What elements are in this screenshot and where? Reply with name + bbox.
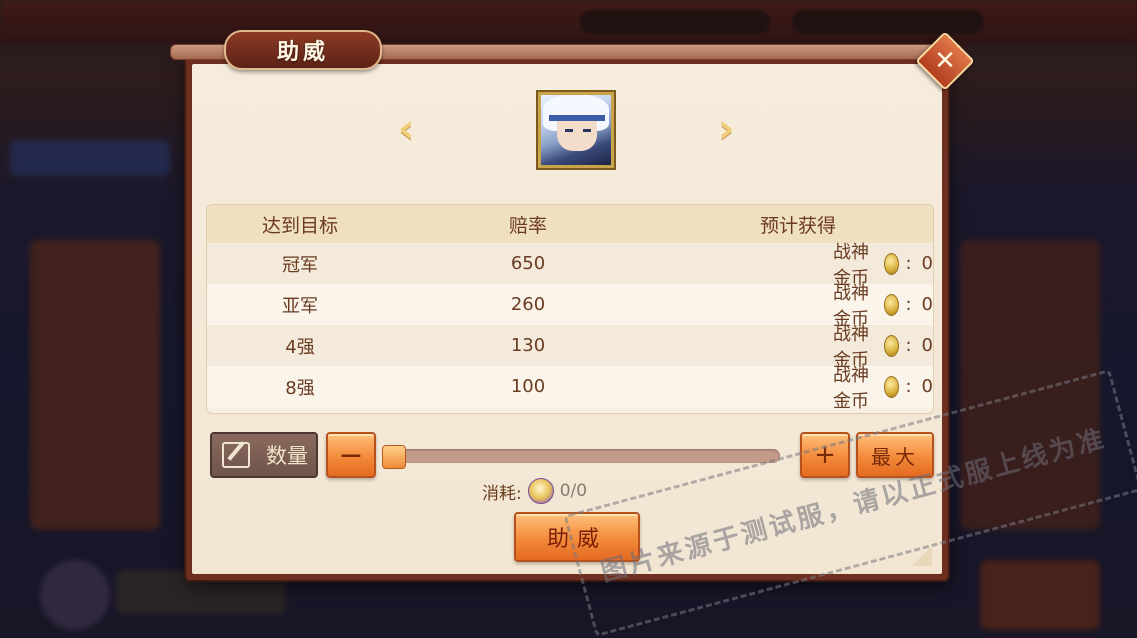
dialog-body: ‹ › 达到目标 赔率 预计获得 冠军 650 战神金币: 0 亚军 260 … (192, 64, 942, 574)
cost-row: 消耗: 0/0 (482, 478, 587, 504)
table-rows: 冠军 650 战神金币 : 0 亚军 260 战神金币 : 0 4强 130 战… (207, 242, 933, 412)
row-odds: 650 (510, 253, 546, 274)
reward-value: 0 (921, 294, 933, 315)
row-odds: 130 (510, 335, 546, 356)
gold-coin-icon (884, 375, 900, 398)
header-target: 达到目标 (261, 214, 338, 237)
quantity-slider[interactable] (382, 445, 780, 469)
row-target: 8强 (285, 377, 315, 399)
dialog-title: 助威 (276, 39, 329, 65)
row-reward: 战神金币 : 0 (663, 242, 933, 289)
hero-portrait-image (541, 95, 611, 165)
row-target: 亚军 (282, 295, 318, 317)
row-reward: 战神金币 : 0 (663, 324, 933, 371)
reward-separator: : (905, 294, 912, 315)
dialog-title-plate: 助威 (224, 30, 382, 70)
edit-icon (222, 442, 250, 468)
row-reward: 战神金币 : 0 (663, 283, 933, 330)
decrease-button[interactable]: − (326, 432, 376, 478)
gold-coin-icon (884, 252, 900, 275)
dialog-corner-decoration (910, 548, 932, 566)
quantity-label: 数量 (210, 432, 318, 478)
max-button[interactable]: 最大 (856, 432, 934, 478)
reward-separator: : (905, 335, 912, 356)
chevron-left-icon: ‹ (398, 106, 415, 152)
reward-table: 达到目标 赔率 预计获得 冠军 650 战神金币 : 0 亚军 260 战神金币… (206, 204, 934, 414)
reward-value: 0 (921, 335, 933, 356)
reward-separator: : (905, 376, 912, 397)
header-expected-reward: 预计获得 (759, 214, 836, 237)
chevron-right-icon: › (718, 106, 735, 152)
row-target: 4强 (285, 336, 315, 358)
increase-button[interactable]: + (800, 432, 850, 478)
row-odds: 260 (510, 294, 546, 315)
slider-handle[interactable] (382, 445, 406, 469)
support-dialog: ‹ › 达到目标 赔率 预计获得 冠军 650 战神金币: 0 亚军 260 … (170, 30, 975, 580)
quantity-label-text: 数量 (266, 444, 308, 468)
next-hero-button[interactable]: › (718, 109, 748, 149)
table-row: 8强 100 战神金币 : 0 (207, 365, 933, 412)
reward-separator: : (905, 253, 912, 274)
table-row: 冠军 650 战神金币 : 0 (207, 242, 933, 289)
row-odds: 100 (510, 376, 546, 397)
gold-coin-icon (884, 334, 900, 357)
cost-value: 0/0 (559, 481, 588, 501)
close-icon: ✕ (934, 46, 956, 76)
header-odds: 赔率 (508, 214, 547, 237)
row-target: 冠军 (282, 254, 318, 276)
table-row: 亚军 260 战神金币 : 0 (207, 283, 933, 330)
gold-coin-icon (884, 293, 900, 316)
prev-hero-button[interactable]: ‹ (398, 109, 428, 149)
reward-value: 0 (921, 376, 933, 397)
support-button[interactable]: 助威 (514, 512, 640, 562)
cost-label: 消耗: (482, 483, 522, 504)
row-reward: 战神金币 : 0 (663, 365, 933, 412)
reward-value: 0 (921, 253, 933, 274)
support-token-icon (527, 478, 554, 504)
table-header: 达到目标 赔率 预计获得 (207, 205, 933, 243)
reward-label: 战神金币 (833, 364, 869, 412)
table-row: 4强 130 战神金币 : 0 (207, 324, 933, 371)
hero-portrait[interactable] (536, 90, 616, 170)
